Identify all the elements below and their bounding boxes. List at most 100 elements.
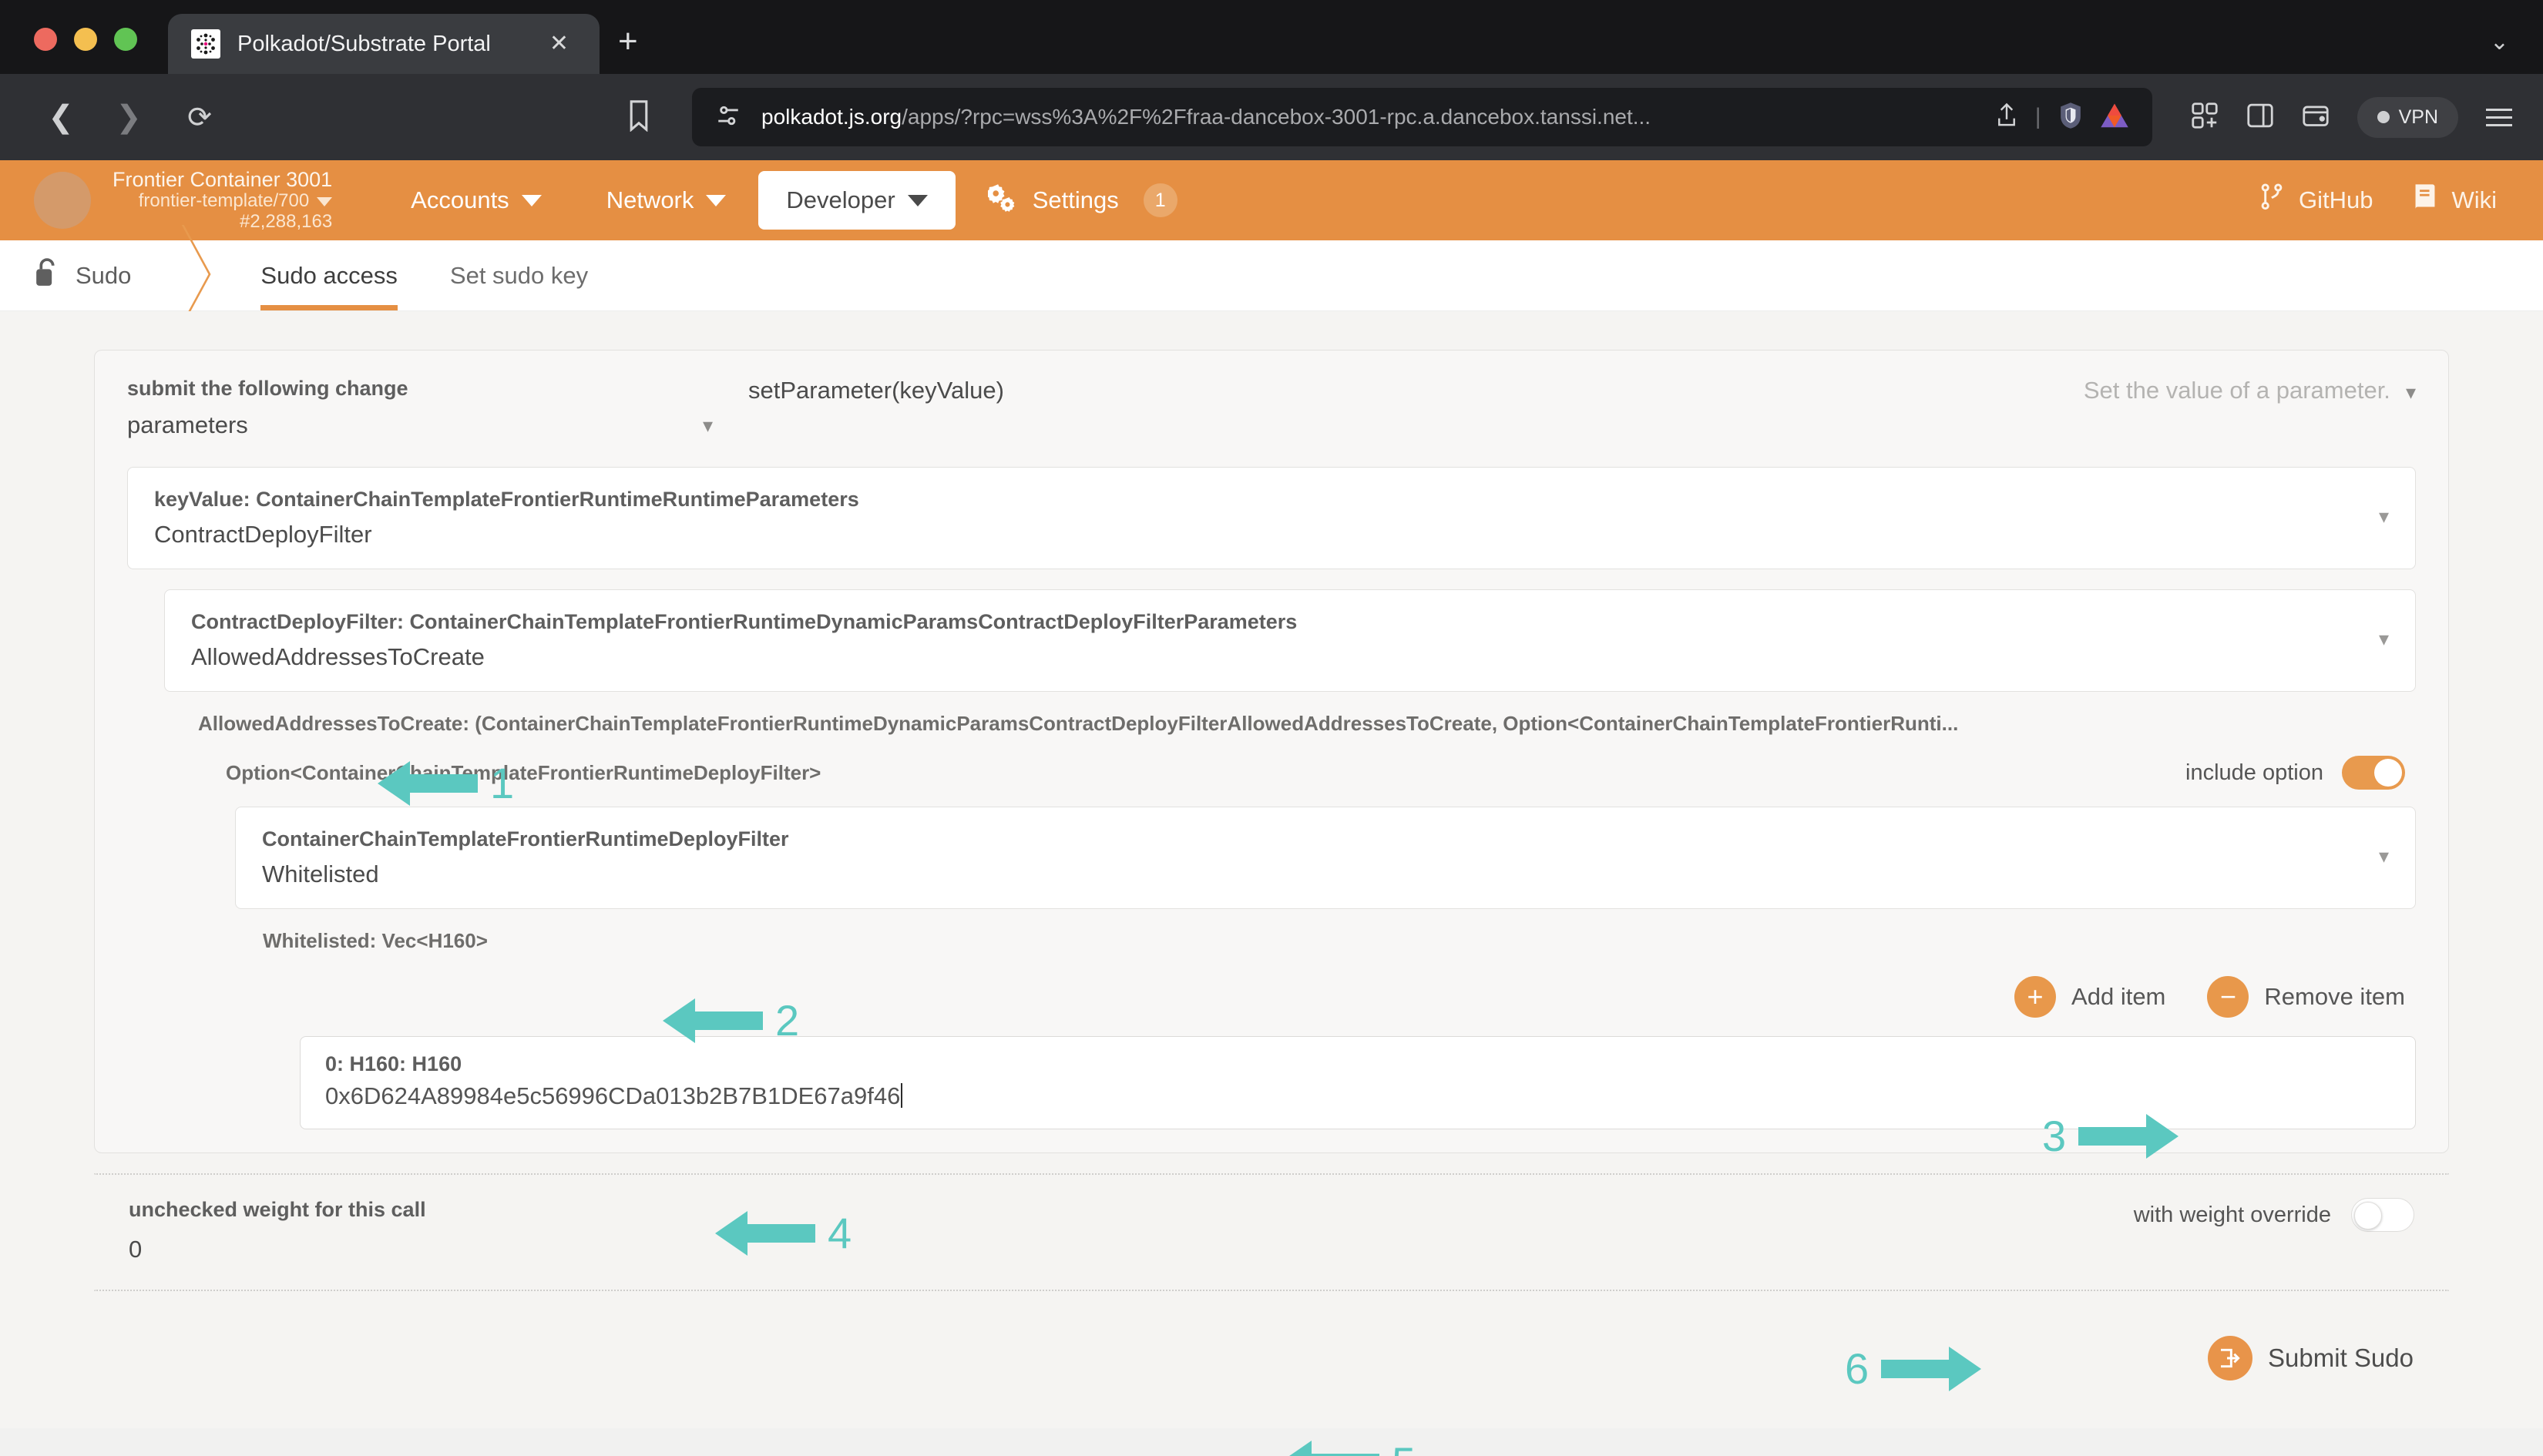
h160-label: 0: H160: H160 — [325, 1052, 462, 1076]
chevron-down-icon — [521, 194, 542, 206]
vpn-button[interactable]: VPN — [2357, 96, 2458, 138]
hamburger-menu-icon[interactable] — [2486, 108, 2512, 126]
whitelisted-label: Whitelisted: Vec<H160> — [263, 929, 488, 953]
forward-arrow-icon[interactable]: ❯ — [99, 99, 159, 135]
gear-icon — [986, 183, 1017, 218]
pallet-select[interactable]: submit the following change parameters ▾ — [127, 377, 713, 439]
toolbar-divider: | — [2034, 104, 2041, 129]
add-item-button[interactable]: + Add item — [2014, 976, 2165, 1018]
nav-item-accounts[interactable]: Accounts — [378, 160, 574, 240]
nav-item-label: Accounts — [411, 186, 509, 213]
key-value-label: keyValue: ContainerChainTemplateFrontier… — [154, 488, 859, 511]
browser-tab-strip: Polkadot/Substrate Portal ✕ + ⌄ — [0, 0, 2543, 74]
chevron-down-icon[interactable]: ▾ — [703, 414, 713, 438]
book-icon — [2413, 183, 2437, 217]
breadcrumb-label: Sudo — [76, 261, 132, 289]
add-item-label: Add item — [2071, 983, 2166, 1011]
arrow-left-icon — [1289, 1441, 1379, 1456]
app-nav: Accounts Network Developer Settings 1 — [378, 160, 1210, 240]
item-buttons: + Add item − Remove item — [263, 953, 2416, 1018]
allowed-addresses-wrap: AllowedAddressesToCreate: (ContainerChai… — [164, 692, 2416, 1130]
github-link[interactable]: GitHub — [2259, 183, 2373, 217]
chain-info[interactable]: Frontier Container 3001 frontier-templat… — [113, 168, 333, 233]
annotation-number: 5 — [1392, 1441, 1416, 1456]
weight-override-row: unchecked weight for this call 0 with we… — [94, 1173, 2449, 1292]
minus-icon: − — [2207, 976, 2249, 1018]
key-value-select[interactable]: keyValue: ContainerChainTemplateFrontier… — [127, 467, 2416, 570]
app-header-links: GitHub Wiki — [2259, 183, 2509, 217]
text-cursor — [901, 1083, 903, 1109]
close-window-button[interactable] — [34, 28, 57, 51]
site-settings-icon[interactable] — [715, 102, 741, 133]
nav-item-network[interactable]: Network — [574, 160, 759, 240]
git-branch-icon — [2259, 183, 2285, 217]
call-value: setParameter(keyValue) — [748, 377, 1004, 404]
option-row: Option<ContainerChainTemplateFrontierRun… — [198, 736, 2416, 790]
brave-shield-icon[interactable] — [2058, 102, 2083, 133]
contract-deploy-filter-select[interactable]: ContractDeployFilter: ContainerChainTemp… — [164, 589, 2416, 693]
chain-spec: frontier-template/700 — [138, 190, 310, 212]
submit-sudo-label: Submit Sudo — [2268, 1344, 2414, 1373]
nav-item-developer[interactable]: Developer — [758, 171, 956, 230]
back-arrow-icon[interactable]: ❮ — [31, 99, 91, 135]
url-text: polkadot.js.org/apps/?rpc=wss%3A%2F%2Ffr… — [761, 105, 1651, 129]
chevron-down-icon[interactable] — [317, 196, 333, 206]
breadcrumb-separator — [165, 225, 234, 327]
wiki-label: Wiki — [2451, 186, 2497, 213]
contract-deploy-filter-wrap: ContractDeployFilter: ContainerChainTemp… — [127, 569, 2416, 1130]
weight-override-toggle[interactable] — [2351, 1198, 2414, 1233]
settings-badge: 1 — [1143, 183, 1177, 217]
unlock-icon — [34, 257, 60, 294]
bookmark-icon[interactable] — [626, 99, 652, 136]
tab-sudo-access[interactable]: Sudo access — [234, 240, 424, 310]
breadcrumb: Sudo — [0, 240, 165, 310]
contract-deploy-filter-label: ContractDeployFilter: ContainerChainTemp… — [191, 610, 1298, 634]
chevron-down-icon[interactable]: ▾ — [2379, 844, 2389, 868]
browser-toolbar: ❮ ❯ ⟳ polkadot.js.org/apps/?rpc=wss%3A%2… — [0, 74, 2543, 160]
tab-label: Set sudo key — [449, 261, 589, 289]
extrinsic-card: submit the following change parameters ▾… — [94, 350, 2449, 1154]
chevron-down-icon[interactable]: ▾ — [2406, 381, 2416, 404]
app-header: Frontier Container 3001 frontier-templat… — [0, 160, 2543, 240]
option-label: Option<ContainerChainTemplateFrontierRun… — [226, 760, 821, 784]
deploy-filter-select[interactable]: ContainerChainTemplateFrontierRuntimeDep… — [235, 807, 2416, 910]
submit-sudo-button[interactable]: Submit Sudo — [2208, 1336, 2414, 1381]
settings-label: Settings — [1032, 186, 1119, 213]
chevron-down-icon[interactable]: ⌄ — [2490, 29, 2509, 55]
nav-item-settings[interactable]: Settings 1 — [956, 160, 1210, 240]
brave-leo-icon[interactable] — [2100, 102, 2129, 133]
reload-icon[interactable]: ⟳ — [166, 100, 233, 135]
sidebar-icon[interactable] — [2246, 102, 2274, 133]
include-option-label: include option — [2185, 760, 2323, 785]
call-select[interactable]: setParameter(keyValue) Set the value of … — [713, 377, 2416, 406]
vpn-status-dot — [2377, 111, 2390, 123]
close-icon[interactable]: ✕ — [539, 32, 579, 55]
toggle-knob — [2374, 759, 2402, 787]
call-help-text: Set the value of a parameter. — [2083, 377, 2390, 404]
weight-value: 0 — [129, 1236, 143, 1263]
tab-set-sudo-key[interactable]: Set sudo key — [424, 240, 614, 310]
wallet-icon[interactable] — [2302, 102, 2330, 133]
contract-deploy-filter-value: AllowedAddressesToCreate — [191, 643, 485, 671]
remove-item-button[interactable]: − Remove item — [2207, 976, 2405, 1018]
wiki-link[interactable]: Wiki — [2413, 183, 2497, 217]
extensions-icon[interactable] — [2191, 102, 2219, 133]
browser-tab[interactable]: Polkadot/Substrate Portal ✕ — [168, 14, 600, 74]
toggle-knob — [2354, 1202, 2382, 1230]
chevron-down-icon[interactable]: ▾ — [2379, 627, 2389, 651]
chain-avatar — [34, 172, 91, 229]
weight-override-label: with weight override — [2133, 1202, 2331, 1227]
tab-label: Sudo access — [260, 261, 398, 289]
chevron-down-icon[interactable]: ▾ — [2379, 505, 2389, 528]
minimize-window-button[interactable] — [74, 28, 97, 51]
share-icon[interactable] — [1995, 102, 2018, 133]
polkadot-icon — [191, 29, 220, 59]
new-tab-button[interactable]: + — [618, 25, 638, 59]
nav-item-label: Network — [606, 186, 694, 213]
url-bar[interactable]: polkadot.js.org/apps/?rpc=wss%3A%2F%2Ffr… — [692, 88, 2152, 146]
h160-item-wrap: 0: H160: H160 0x6D624A89984e5c56996CDa01… — [263, 1018, 2416, 1130]
include-option-toggle[interactable] — [2342, 756, 2405, 790]
whitelisted-wrap: Whitelisted: Vec<H160> + Add item − Remo… — [235, 909, 2416, 1130]
maximize-window-button[interactable] — [114, 28, 137, 51]
h160-input[interactable]: 0: H160: H160 0x6D624A89984e5c56996CDa01… — [300, 1036, 2416, 1130]
